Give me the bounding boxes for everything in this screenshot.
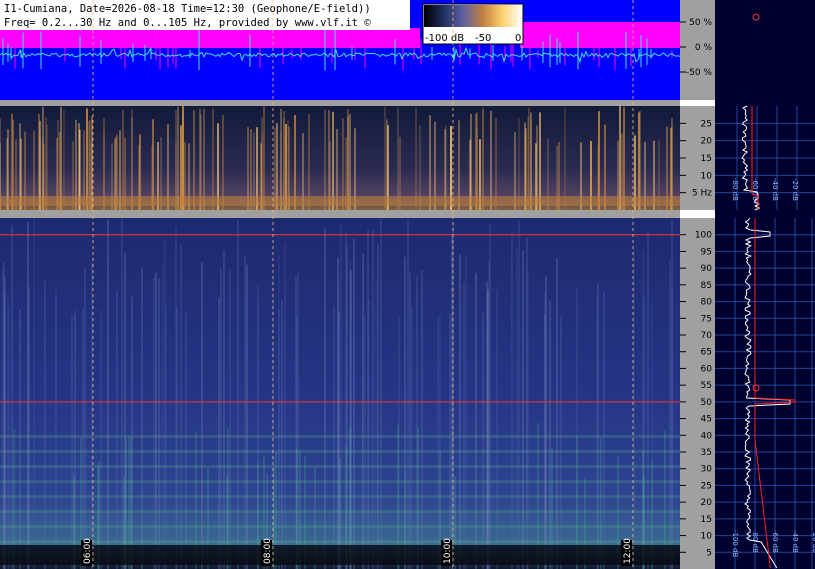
colorbar-gradient: [424, 5, 522, 27]
axis-tick-label: -50 %: [686, 68, 713, 78]
axis-tick-label: 40: [701, 431, 713, 441]
harmonic-band: [0, 465, 680, 469]
side-label-low: -20 dB: [791, 178, 799, 201]
axis-tick-label: 25: [701, 481, 712, 491]
axis-tick-label: 5 Hz: [692, 189, 712, 199]
colorbar-label-max: 0: [515, 33, 521, 44]
axis-separator-mid: [680, 210, 715, 218]
time-label-12:00: 12:00: [623, 538, 633, 564]
harmonic-band: [0, 480, 680, 484]
side-label-high: -100 dB: [731, 530, 739, 558]
separator-mid: [0, 210, 680, 218]
axis-tick-label: 95: [701, 247, 712, 257]
high-bottom-dark-band: [0, 545, 680, 565]
low-baseline-band: [0, 196, 680, 206]
axis-tick-label: 20: [701, 498, 713, 508]
axis-tick-label: 70: [701, 331, 713, 341]
axis-tick-label: 85: [701, 281, 712, 291]
axis-tick-label: 20: [701, 137, 713, 147]
spectrogram-chart: I1-Cumiana, Date=2026-08-18 Time=12:30 (…: [0, 0, 815, 569]
axis-tick-label: 50: [701, 398, 713, 408]
separator-top: [0, 100, 680, 106]
side-label-low: -40 dB: [771, 178, 779, 201]
axis-tick-label: 90: [701, 264, 713, 274]
side-label-high: -20 dB: [811, 530, 815, 553]
axis-tick-label: 75: [701, 314, 712, 324]
time-label-08:00: 08:00: [263, 538, 273, 564]
axis-separator-top: [680, 100, 715, 106]
axis-tick-label: 60: [701, 364, 713, 374]
axis-tick-label: 80: [701, 298, 713, 308]
harmonic-band: [0, 540, 680, 544]
harmonic-band: [0, 525, 680, 529]
axis-tick-label: 0 %: [695, 43, 713, 53]
side-label-high: -40 dB: [791, 530, 799, 553]
colorbar-label-mid: -50: [475, 33, 491, 44]
axis-tick-label: 5: [706, 548, 712, 558]
harmonic-band: [0, 434, 680, 438]
colorbar-label-min: -100 dB: [425, 33, 464, 44]
harmonic-band: [0, 495, 680, 499]
harmonic-band: [0, 510, 680, 514]
harmonic-band: [0, 450, 680, 453]
amplitude-band-left: [0, 28, 420, 48]
axis-tick-label: 15: [701, 154, 712, 164]
axis-tick-label: 25: [701, 119, 712, 129]
axis-tick-label: 50 %: [689, 18, 712, 28]
axis-tick-label: 45: [701, 415, 712, 425]
axis-tick-label: 10: [701, 171, 713, 181]
time-label-10:00: 10:00: [443, 538, 453, 564]
axis-tick-label: 15: [701, 515, 712, 525]
axis-tick-label: 35: [701, 448, 712, 458]
axis-tick-label: 55: [701, 381, 712, 391]
vlf-monitor-display: I1-Cumiana, Date=2026-08-18 Time=12:30 (…: [0, 0, 815, 569]
header-line1: I1-Cumiana, Date=2026-08-18 Time=12:30 (…: [4, 3, 371, 15]
header-line2: Freq= 0.2...30 Hz and 0...105 Hz, provid…: [4, 17, 371, 29]
axis-tick-label: 65: [701, 348, 712, 358]
side-label-high: -60 dB: [771, 530, 779, 553]
axis-tick-label: 100: [695, 231, 712, 241]
spectrogram-low: [0, 106, 680, 210]
time-label-06:00: 06:00: [83, 538, 93, 564]
amplitude-band-right: [520, 22, 680, 48]
axis-tick-label: 10: [701, 532, 713, 542]
axis-tick-label: 30: [701, 465, 713, 475]
side-label-low: -80 dB: [731, 178, 739, 201]
